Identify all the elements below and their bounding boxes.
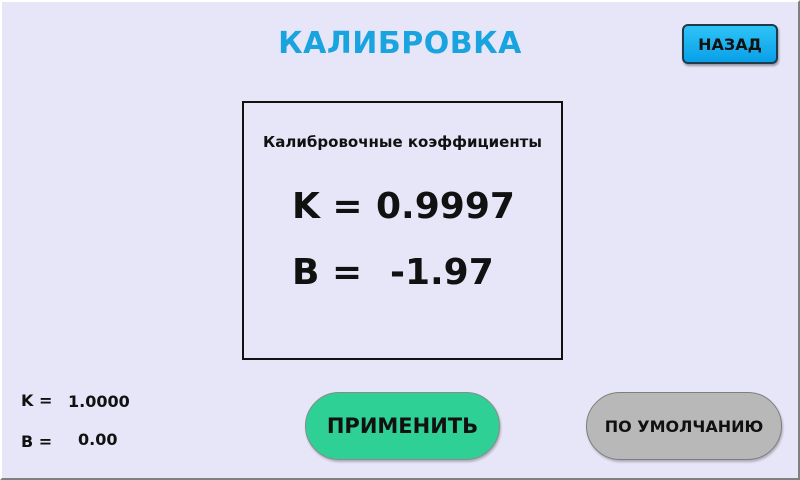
current-b-value: 0.00	[78, 430, 118, 449]
back-button[interactable]: НАЗАД	[682, 24, 778, 64]
k-coefficient-label: K =	[292, 186, 363, 227]
current-b-label: B =	[21, 432, 53, 451]
current-k-value: 1.0000	[68, 392, 130, 411]
b-coefficient-label: B =	[292, 252, 363, 293]
b-coefficient-value: -1.97	[390, 252, 494, 293]
calibration-coefficients-panel: Калибровочные коэффициенты K = 0.9997 B …	[242, 101, 563, 360]
calibration-screen: КАЛИБРОВКА НАЗАД Калибровочные коэффицие…	[0, 0, 800, 480]
page-title: КАЛИБРОВКА	[278, 26, 522, 61]
current-k-label: K =	[21, 391, 53, 410]
reset-default-button[interactable]: ПО УМОЛЧАНИЮ	[586, 392, 782, 460]
k-coefficient-value: 0.9997	[376, 186, 515, 227]
panel-heading: Калибровочные коэффициенты	[263, 133, 542, 151]
apply-button[interactable]: ПРИМЕНИТЬ	[305, 392, 500, 460]
